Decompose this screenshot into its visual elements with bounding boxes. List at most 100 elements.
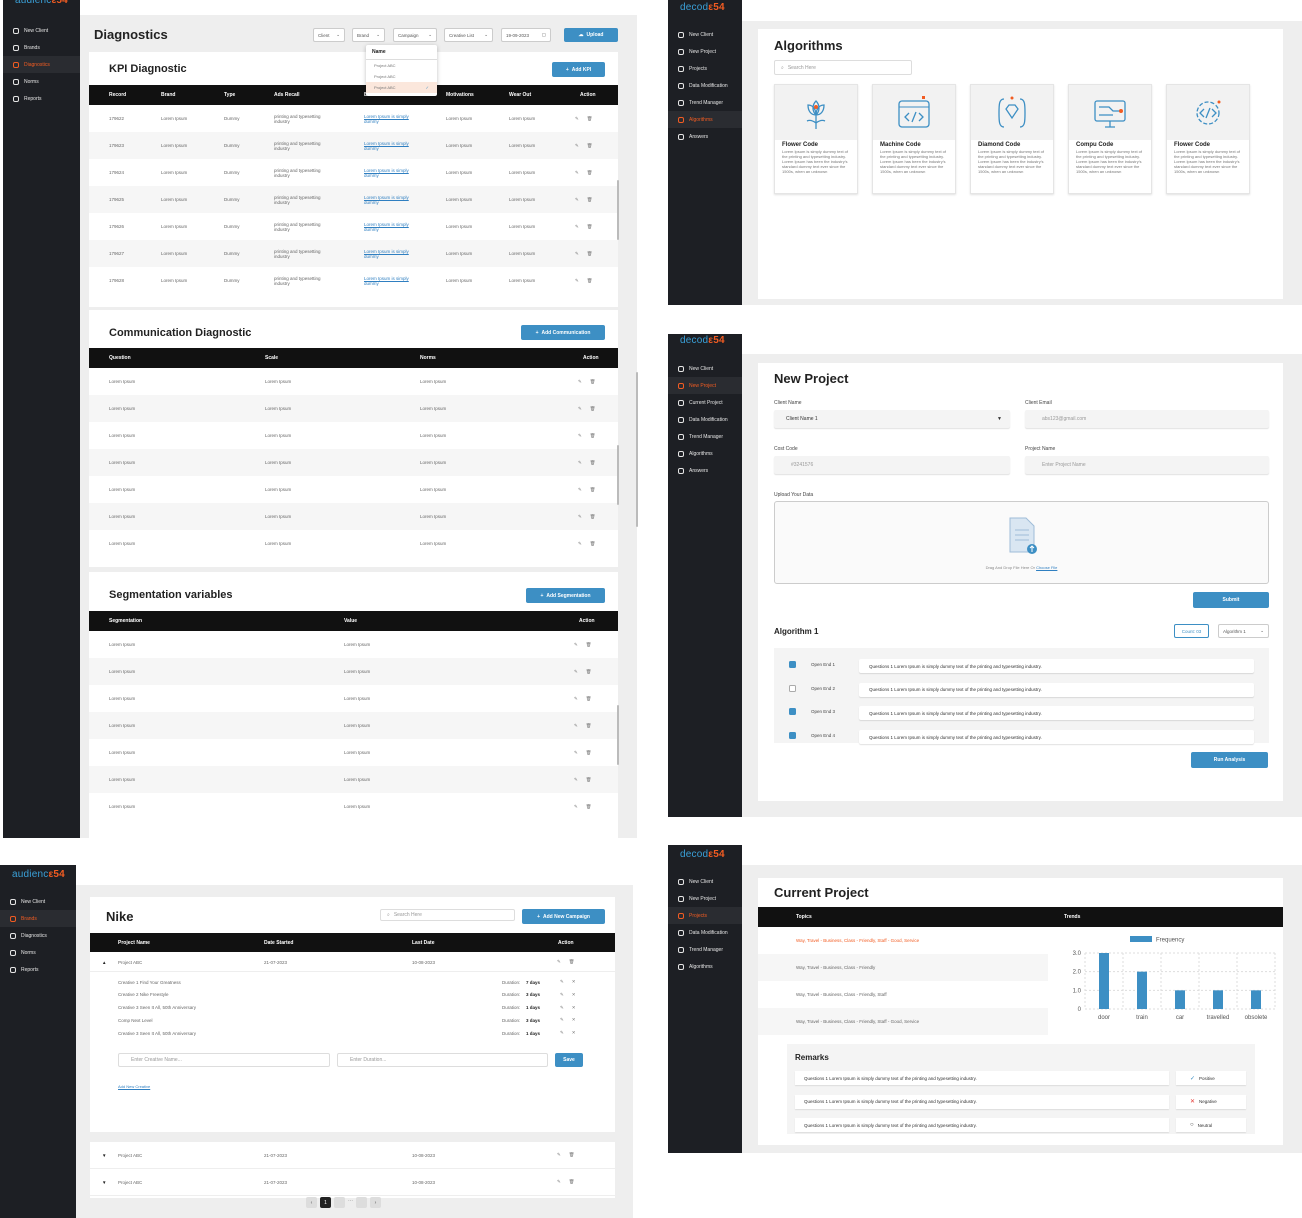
scrollbar[interactable]: [617, 705, 619, 765]
algorithm-card[interactable]: Compu Code Lorem Ipsum is simply dummy te…: [1068, 84, 1152, 194]
delete-icon[interactable]: 🗑: [590, 487, 596, 493]
edit-icon[interactable]: ✎: [574, 777, 578, 783]
scrollbar[interactable]: [617, 180, 619, 240]
project-name-input[interactable]: Enter Project Name: [1025, 456, 1269, 474]
sidebar-item[interactable]: New Project: [668, 377, 742, 394]
prev-page-button[interactable]: ‹: [306, 1197, 317, 1208]
topic-row[interactable]: Way, Travel - Business, Class - Friendly…: [758, 981, 1048, 1008]
delete-icon[interactable]: 🗑: [587, 170, 593, 176]
question-text[interactable]: Questions 1 Lorem Ipsum is simply dummy …: [859, 682, 1254, 697]
edit-icon[interactable]: ✎: [560, 992, 564, 998]
sidebar-item[interactable]: Algorithms: [668, 958, 742, 975]
sidebar-item[interactable]: Current Project: [668, 394, 742, 411]
edit-icon[interactable]: ✎: [560, 1030, 564, 1036]
page-button[interactable]: [334, 1197, 345, 1208]
question-text[interactable]: Questions 1 Lorem Ipsum is simply dummy …: [859, 706, 1254, 721]
table-cell[interactable]: Lorem Ipsum is simply dummy: [364, 141, 422, 151]
edit-icon[interactable]: ✎: [578, 514, 582, 520]
edit-icon[interactable]: ✎: [575, 143, 579, 149]
edit-icon[interactable]: ✎: [578, 379, 582, 385]
topic-row[interactable]: Way, Travel - Business, Class - Friendly…: [758, 927, 1048, 954]
project-row-collapsed[interactable]: ▼ Project ABC 21-07-2023 10-08-2023 ✎ 🗑: [90, 1142, 615, 1169]
delete-icon[interactable]: 🗑: [586, 804, 592, 810]
file-drop-zone[interactable]: Drag And Drop File Here Or Choose File: [774, 501, 1269, 584]
add-new-creative-link[interactable]: Add New Creative: [118, 1084, 150, 1089]
sidebar-item[interactable]: New Client: [668, 26, 742, 43]
delete-icon[interactable]: 🗑: [587, 143, 593, 149]
expand-icon[interactable]: ▼: [102, 1180, 106, 1185]
edit-icon[interactable]: ✎: [575, 170, 579, 176]
delete-icon[interactable]: 🗑: [586, 750, 592, 756]
dropdown-item[interactable]: Project ABC: [366, 71, 437, 82]
sidebar-item[interactable]: Norms: [3, 73, 80, 90]
sidebar-item[interactable]: New Client: [668, 873, 742, 890]
edit-icon[interactable]: ✎: [574, 669, 578, 675]
edit-icon[interactable]: ✎: [560, 979, 564, 985]
delete-icon[interactable]: 🗑: [587, 278, 593, 284]
search-input[interactable]: ⌕ Search Here: [774, 60, 912, 75]
algorithm-select[interactable]: Algorithm 1 ⌄: [1218, 624, 1269, 638]
edit-icon[interactable]: ✎: [557, 1179, 561, 1185]
sidebar-item[interactable]: Data Modification: [668, 411, 742, 428]
topic-row[interactable]: Way, Travel - Business, Class - Friendly: [758, 954, 1048, 981]
delete-icon[interactable]: 🗑: [586, 777, 592, 783]
client-name-select[interactable]: Client Name 1 ▼: [774, 410, 1010, 428]
collapse-icon[interactable]: ▲: [102, 960, 106, 965]
dropdown-item-selected[interactable]: Project ABC ✓: [366, 82, 437, 93]
dropdown-item[interactable]: Project ABC: [366, 60, 437, 71]
duration-input[interactable]: Enter Duration...: [337, 1053, 548, 1067]
delete-icon[interactable]: 🗑: [590, 379, 596, 385]
algorithm-card[interactable]: Diamond Code Lorem Ipsum is simply dummy …: [970, 84, 1054, 194]
question-checkbox[interactable]: [789, 732, 796, 740]
sidebar-item[interactable]: Trend Manager: [668, 428, 742, 445]
delete-icon[interactable]: 🗑: [590, 514, 596, 520]
edit-icon[interactable]: ✎: [575, 278, 579, 284]
delete-icon[interactable]: 🗑: [590, 460, 596, 466]
date-filter[interactable]: 19-09-2023 ▢: [501, 28, 551, 42]
campaign-filter[interactable]: Campaign ⌄: [393, 28, 437, 42]
edit-icon[interactable]: ✎: [578, 433, 582, 439]
close-icon[interactable]: ✕: [572, 1017, 576, 1023]
edit-icon[interactable]: ✎: [575, 197, 579, 203]
next-page-button[interactable]: ›: [370, 1197, 382, 1208]
edit-icon[interactable]: ✎: [575, 251, 579, 257]
edit-icon[interactable]: ✎: [560, 1017, 564, 1023]
table-cell[interactable]: Lorem Ipsum is simply dummy: [364, 276, 422, 286]
cost-code-input[interactable]: #3241576: [774, 456, 1010, 474]
question-checkbox[interactable]: [789, 708, 796, 716]
client-filter[interactable]: Client ⌄: [313, 28, 345, 42]
page-scrollbar[interactable]: [636, 372, 638, 527]
sidebar-item[interactable]: Projects: [668, 907, 742, 924]
sidebar-item[interactable]: Trend Manager: [668, 941, 742, 958]
table-cell[interactable]: Lorem Ipsum is simply dummy: [364, 195, 422, 205]
edit-icon[interactable]: ✎: [578, 460, 582, 466]
save-button[interactable]: Save: [555, 1053, 583, 1067]
choose-file-link[interactable]: Choose File: [1036, 565, 1057, 570]
edit-icon[interactable]: ✎: [557, 959, 561, 965]
delete-icon[interactable]: 🗑: [569, 1152, 575, 1158]
page-button[interactable]: [356, 1197, 368, 1208]
close-icon[interactable]: ✕: [572, 1030, 576, 1036]
add-segmentation-button[interactable]: + Add Segmentation: [526, 588, 605, 603]
edit-icon[interactable]: ✎: [578, 541, 582, 547]
table-cell[interactable]: Lorem Ipsum is simply dummy: [364, 222, 422, 232]
add-communication-button[interactable]: + Add Communication: [521, 325, 605, 340]
add-new-campaign-button[interactable]: + Add New Campaign: [522, 909, 605, 924]
topic-row[interactable]: Way, Travel - Business, Class - Friendly…: [758, 1008, 1048, 1035]
project-row-collapsed[interactable]: ▼ Project ABC 21-07-2023 10-08-2023 ✎ 🗑: [90, 1169, 615, 1196]
sidebar-item[interactable]: Diagnostics: [0, 927, 76, 944]
edit-icon[interactable]: ✎: [578, 487, 582, 493]
delete-icon[interactable]: 🗑: [586, 723, 592, 729]
delete-icon[interactable]: 🗑: [586, 669, 592, 675]
delete-icon[interactable]: 🗑: [586, 642, 592, 648]
delete-icon[interactable]: 🗑: [569, 1179, 575, 1185]
edit-icon[interactable]: ✎: [574, 750, 578, 756]
submit-button[interactable]: Submit: [1193, 592, 1269, 608]
delete-icon[interactable]: 🗑: [590, 541, 596, 547]
algorithm-card[interactable]: Machine Code Lorem Ipsum is simply dummy …: [872, 84, 956, 194]
creative-name-input[interactable]: Enter Creative Name...: [118, 1053, 330, 1067]
run-analysis-button[interactable]: Run Analysis: [1191, 752, 1268, 768]
delete-icon[interactable]: 🗑: [590, 433, 596, 439]
delete-icon[interactable]: 🗑: [587, 197, 593, 203]
table-cell[interactable]: Lorem Ipsum is simply dummy: [364, 168, 422, 178]
